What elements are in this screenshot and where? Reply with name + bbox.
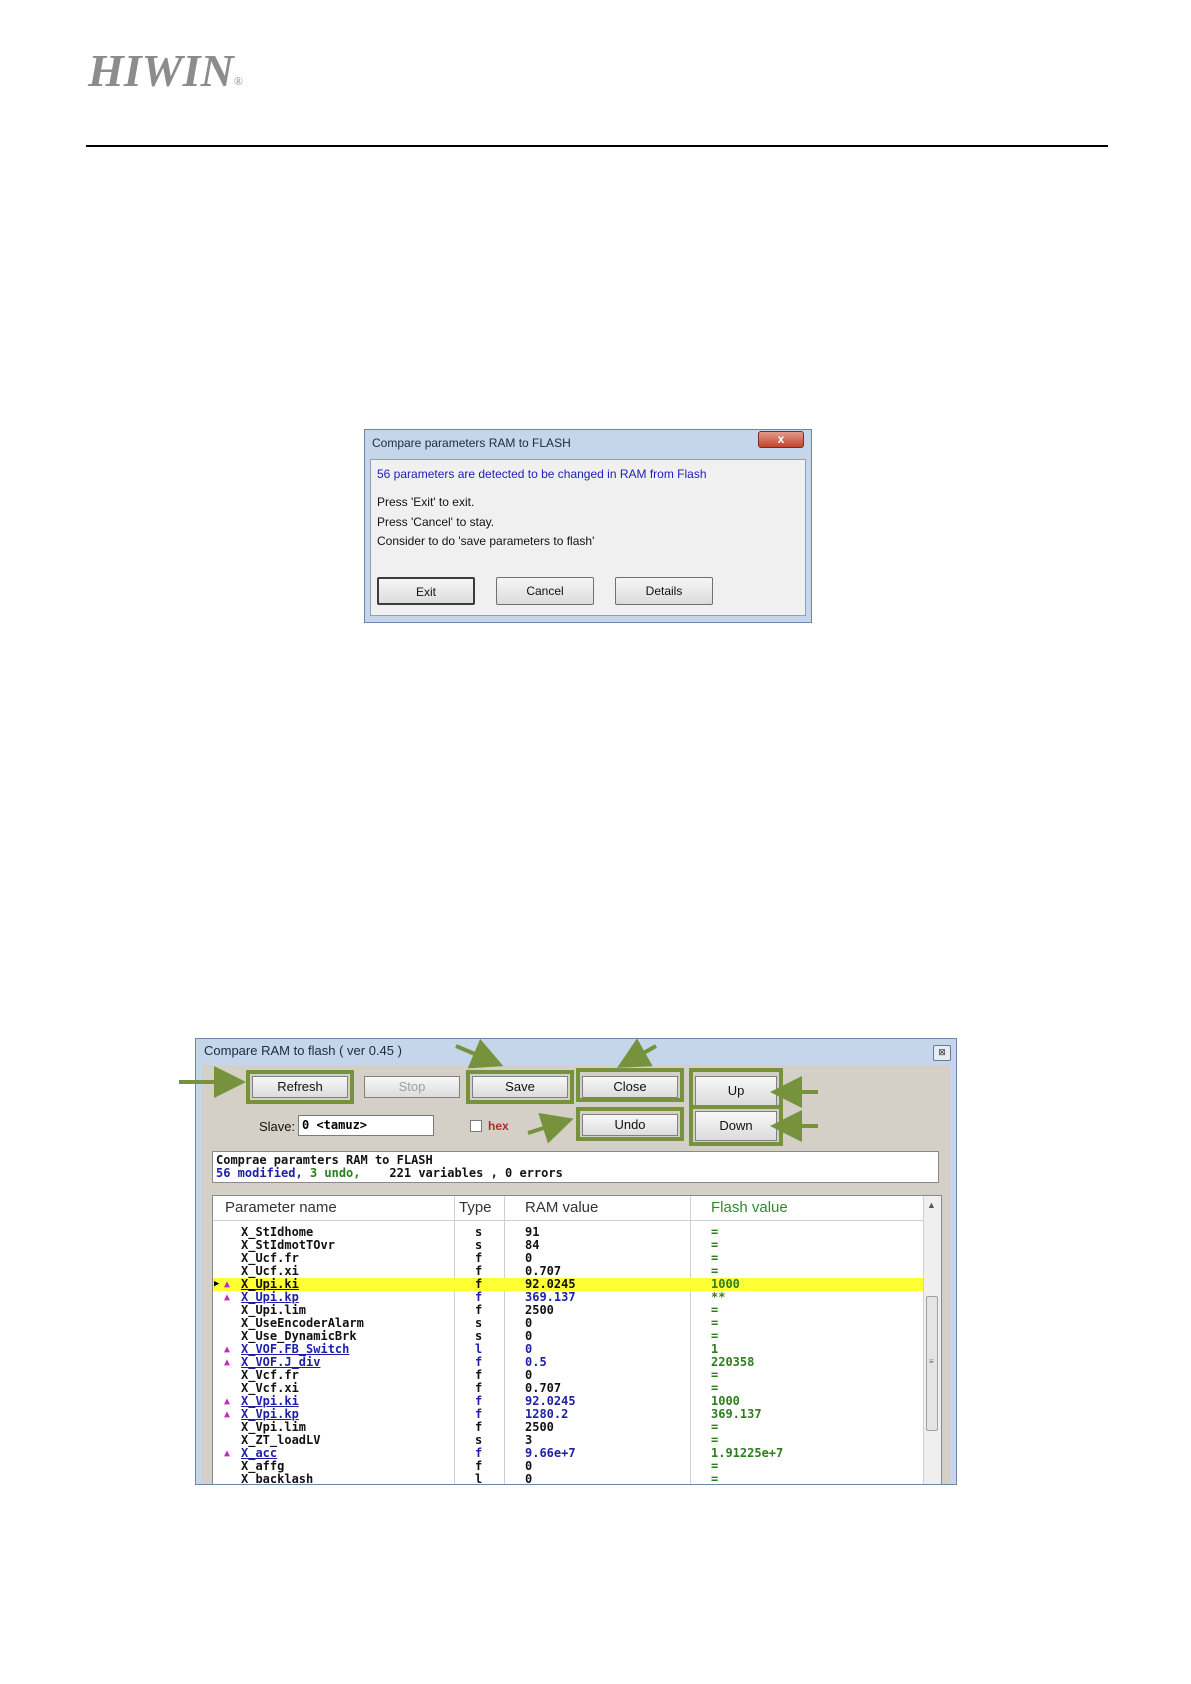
arrow-save bbox=[455, 1038, 504, 1069]
arrow-close bbox=[617, 1038, 657, 1068]
annotation-arrows bbox=[179, 1038, 818, 1144]
arrow-undo bbox=[527, 1112, 574, 1144]
